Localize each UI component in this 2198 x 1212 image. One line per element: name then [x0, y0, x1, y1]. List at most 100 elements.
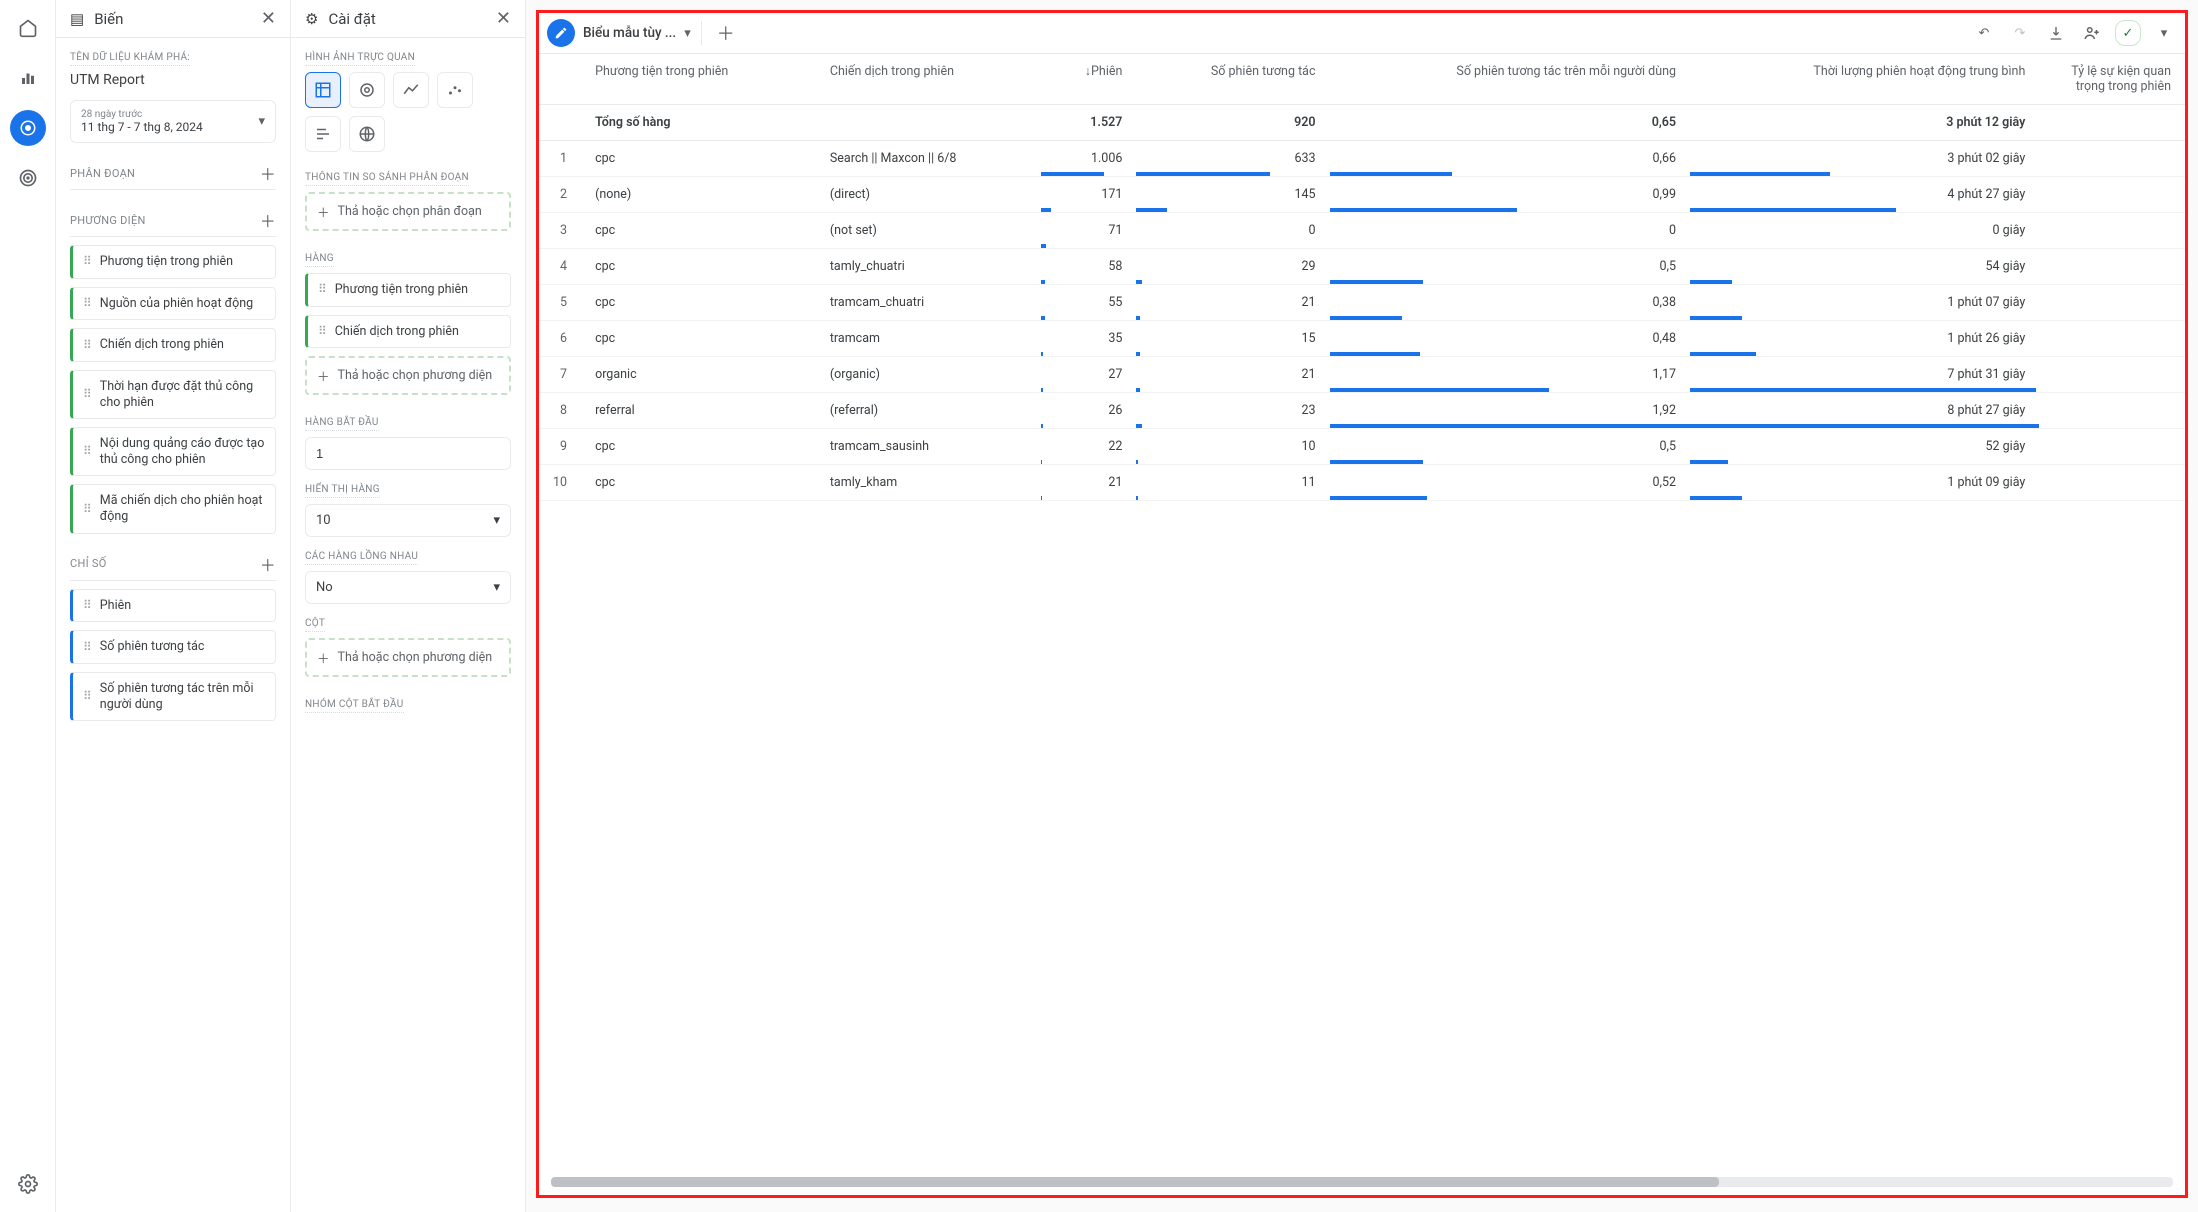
show-rows-select[interactable]: 10▾ [305, 504, 511, 537]
cell: 0,52 [1330, 465, 1691, 501]
col-group-label: NHÓM CỘT BẮT ĐẦU [305, 699, 404, 713]
tab-dropdown[interactable]: ▾ [684, 26, 691, 41]
row-index: 6 [539, 321, 581, 357]
date-range-picker[interactable]: 28 ngày trước 11 thg 7 - 7 thg 8, 2024 ▾ [70, 100, 276, 143]
download-button[interactable] [2043, 20, 2069, 46]
table-row[interactable]: 7organic(organic)27211,177 phút 31 giây [539, 357, 2185, 393]
add-metric[interactable]: ＋ [260, 552, 276, 576]
nav-settings[interactable] [10, 1166, 46, 1202]
layers-icon: ▤ [70, 10, 84, 28]
cell: 22 [1041, 429, 1136, 465]
nav-advertising[interactable] [10, 160, 46, 196]
col-conv-rate[interactable]: Tỷ lệ sự kiện quan trọng trong phiên [2039, 54, 2185, 105]
row-chip[interactable]: ⠿Chiến dịch trong phiên [305, 315, 511, 349]
metric-chip[interactable]: ⠿Số phiên tương tác [70, 630, 276, 664]
nav-home[interactable] [10, 10, 46, 46]
cell-campaign: tramcam_sausinh [816, 429, 1041, 465]
cell: 21 [1136, 285, 1329, 321]
row-index: 2 [539, 177, 581, 213]
row-index: 7 [539, 357, 581, 393]
tab-name[interactable]: Biểu mẫu tùy ... [583, 25, 676, 41]
table-row[interactable]: 10cpctamly_kham21110,521 phút 09 giây [539, 465, 2185, 501]
cell-campaign: (direct) [816, 177, 1041, 213]
chevron-down-icon: ▾ [258, 114, 265, 129]
table-row[interactable]: 3cpc(not set)71000 giây [539, 213, 2185, 249]
status-ok[interactable]: ✓ [2115, 20, 2141, 46]
cell-campaign: tamly_chuatri [816, 249, 1041, 285]
chip-label: Số phiên tương tác trên mỗi người dùng [100, 681, 265, 712]
table-row[interactable]: 4cpctamly_chuatri58290,554 giây [539, 249, 2185, 285]
report-highlight: Biểu mẫu tùy ... ▾ ＋ ↶ ↷ ✓ ▾ [536, 10, 2188, 1198]
dimension-chip[interactable]: ⠿Phương tiện trong phiên [70, 245, 276, 279]
redo-button[interactable]: ↷ [2007, 20, 2033, 46]
col-duration[interactable]: Thời lượng phiên hoạt động trung bình [1690, 54, 2039, 105]
col-medium[interactable]: Phương tiện trong phiên [581, 54, 816, 105]
metric-chip[interactable]: ⠿Phiên [70, 589, 276, 623]
metrics-label: CHỈ SỐ [70, 557, 107, 570]
viz-line[interactable] [393, 72, 429, 108]
cell: 21 [1136, 357, 1329, 393]
dimension-chip[interactable]: ⠿Thời hạn được đặt thủ công cho phiên [70, 370, 276, 419]
viz-geo[interactable] [349, 116, 385, 152]
table-row[interactable]: 8referral(referral)26231,928 phút 27 giâ… [539, 393, 2185, 429]
cell: 145 [1136, 177, 1329, 213]
dimension-chip[interactable]: ⠿Nội dung quảng cáo được tạo thủ công ch… [70, 427, 276, 476]
col-sessions[interactable]: ↓Phiên [1041, 54, 1136, 105]
exploration-name[interactable]: UTM Report [70, 72, 276, 88]
cell: 1.006 [1041, 141, 1136, 177]
col-campaign[interactable]: Chiến dịch trong phiên [816, 54, 1041, 105]
nested-select[interactable]: No▾ [305, 571, 511, 604]
rows-drop[interactable]: ＋Thả hoặc chọn phương diện [305, 356, 511, 395]
table-row[interactable]: 2(none)(direct)1711450,994 phút 27 giây [539, 177, 2185, 213]
col-per-user[interactable]: Số phiên tương tác trên mỗi người dùng [1330, 54, 1691, 105]
dimension-chip[interactable]: ⠿Chiến dịch trong phiên [70, 328, 276, 362]
edit-tab-icon[interactable] [547, 19, 575, 47]
share-button[interactable] [2079, 20, 2105, 46]
nav-explore[interactable] [10, 110, 46, 146]
date-preset: 28 ngày trước [81, 109, 203, 120]
table-row[interactable]: 9cpctramcam_sausinh22100,552 giây [539, 429, 2185, 465]
cell: 7 phút 31 giây [1690, 357, 2039, 393]
cell-medium: cpc [581, 285, 816, 321]
add-segment[interactable]: ＋ [260, 161, 276, 185]
viz-donut[interactable] [349, 72, 385, 108]
chip-label: Phương tiện trong phiên [100, 254, 233, 270]
chip-label: Chiến dịch trong phiên [335, 324, 459, 340]
horizontal-scrollbar[interactable] [551, 1177, 2173, 1187]
cell-medium: cpc [581, 429, 816, 465]
chevron-down-icon: ▾ [493, 513, 500, 528]
segment-compare-label: THÔNG TIN SO SÁNH PHÂN ĐOẠN [305, 172, 469, 186]
cols-drop[interactable]: ＋Thả hoặc chọn phương diện [305, 638, 511, 677]
visualization-label: HÌNH ẢNH TRỰC QUAN [305, 52, 415, 66]
cell: 0,5 [1330, 249, 1691, 285]
table-row[interactable]: 1cpcSearch || Maxcon || 6/81.0066330,663… [539, 141, 2185, 177]
dimension-chip[interactable]: ⠿Nguồn của phiên hoạt động [70, 287, 276, 321]
add-dimension[interactable]: ＋ [260, 208, 276, 232]
cell-medium: referral [581, 393, 816, 429]
table-row[interactable]: 6cpctramcam35150,481 phút 26 giây [539, 321, 2185, 357]
viz-table[interactable] [305, 72, 341, 108]
metric-chip[interactable]: ⠿Số phiên tương tác trên mỗi người dùng [70, 672, 276, 721]
plus-icon: ＋ [317, 648, 330, 667]
dimension-chip[interactable]: ⠿Mã chiến dịch cho phiên hoạt động [70, 484, 276, 533]
nav-rail [0, 0, 56, 1212]
cell: 4 phút 27 giây [1690, 177, 2039, 213]
add-tab[interactable]: ＋ [712, 19, 740, 47]
viz-bar[interactable] [305, 116, 341, 152]
more-dropdown[interactable]: ▾ [2151, 20, 2177, 46]
close-variables-panel[interactable]: ✕ [261, 8, 276, 29]
col-engaged[interactable]: Số phiên tương tác [1136, 54, 1329, 105]
cell-medium: cpc [581, 249, 816, 285]
cell: 26 [1041, 393, 1136, 429]
row-chip[interactable]: ⠿Phương tiện trong phiên [305, 273, 511, 307]
canvas: Biểu mẫu tùy ... ▾ ＋ ↶ ↷ ✓ ▾ [526, 0, 2198, 1212]
data-table: Phương tiện trong phiên Chiến dịch trong… [539, 54, 2185, 501]
close-settings-panel[interactable]: ✕ [496, 8, 511, 29]
data-table-wrap[interactable]: Phương tiện trong phiên Chiến dịch trong… [539, 54, 2185, 1173]
start-row-input[interactable] [305, 437, 511, 470]
table-row[interactable]: 5cpctramcam_chuatri55210,381 phút 07 giâ… [539, 285, 2185, 321]
viz-scatter[interactable] [437, 72, 473, 108]
segment-drop[interactable]: ＋Thả hoặc chọn phân đoạn [305, 192, 511, 231]
undo-button[interactable]: ↶ [1971, 20, 1997, 46]
nav-reports[interactable] [10, 60, 46, 96]
